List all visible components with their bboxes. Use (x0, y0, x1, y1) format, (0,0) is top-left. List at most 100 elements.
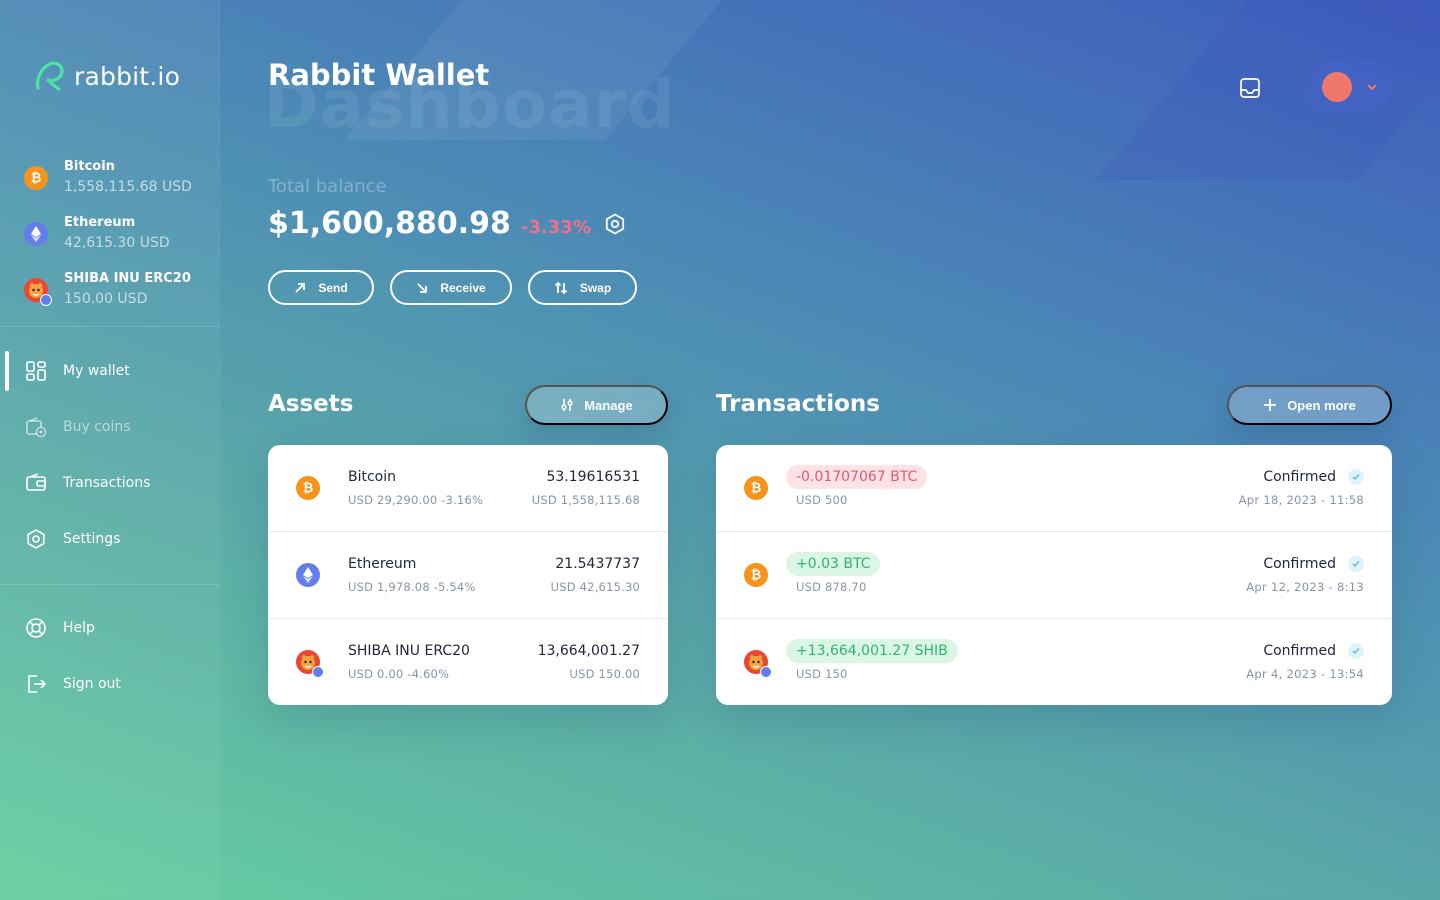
lifebuoy-icon (25, 617, 47, 639)
ethereum-network-badge-icon (312, 666, 324, 678)
transaction-usd-value: USD 150 (796, 667, 848, 681)
wallet-icon (25, 472, 47, 494)
transaction-date: Apr 12, 2023 - 8:13 (1246, 580, 1364, 594)
sliders-icon (561, 399, 573, 411)
sign-out-icon (25, 673, 47, 695)
assets-title: Assets (268, 391, 354, 417)
assets-card: ₿ Bitcoin USD 29,290.00 -3.16% 53.196165… (268, 445, 668, 705)
manage-button[interactable]: Manage (525, 385, 668, 425)
transaction-date: Apr 18, 2023 - 11:58 (1238, 493, 1364, 507)
balance-settings-icon[interactable] (603, 212, 627, 236)
total-balance-change: -3.33% (520, 217, 591, 238)
asset-usd-value: USD 1,558,115.68 (531, 493, 640, 507)
logo[interactable]: rabbit.io (32, 58, 180, 94)
ethereum-network-badge-icon (760, 666, 772, 678)
ethereum-icon (296, 563, 320, 587)
total-balance-value: $1,600,880.98 (268, 206, 511, 241)
arrow-down-right-icon (417, 282, 428, 293)
transaction-status: Confirmed (1263, 556, 1336, 572)
transaction-row[interactable]: ₿ +0.03 BTC USD 878.70 Confirmed Apr 12,… (716, 532, 1392, 619)
sidebar-item-transactions[interactable]: Transactions (0, 455, 220, 511)
sidebar-divider (0, 326, 220, 327)
rabbit-logo-icon (35, 61, 64, 91)
transaction-amount: +13,664,001.27 SHIB (786, 639, 958, 663)
send-label: Send (318, 280, 348, 295)
transactions-title: Transactions (716, 391, 880, 417)
sidebar-item-my-wallet[interactable]: My wallet (0, 343, 220, 399)
sidebar-divider (0, 584, 220, 585)
bitcoin-icon: ₿ (744, 476, 768, 500)
coin-usd-value: 150.00 USD (64, 291, 148, 307)
asset-row[interactable]: SHIBA INU ERC20 USD 0.00 -4.60% 13,664,0… (268, 619, 668, 705)
arrow-up-right-icon (295, 282, 306, 293)
check-icon (1348, 643, 1364, 659)
gear-icon (25, 528, 47, 550)
transaction-row[interactable]: ₿ -0.01707067 BTC USD 500 Confirmed Apr … (716, 445, 1392, 532)
avatar (1322, 72, 1352, 102)
bitcoin-icon: ₿ (296, 476, 320, 500)
receive-button[interactable]: Receive (390, 270, 512, 305)
swap-button[interactable]: Swap (528, 270, 637, 305)
nav-label: Transactions (63, 475, 151, 491)
transaction-status: Confirmed (1263, 469, 1336, 485)
inbox-button[interactable] (1234, 72, 1266, 104)
asset-amount: 53.19616531 (546, 469, 640, 485)
inbox-icon (1240, 78, 1260, 98)
sidebar-coin-ethereum[interactable]: Ethereum 42,615.30 USD (24, 206, 192, 262)
asset-price-change: USD 1,978.08 -5.54% (348, 580, 476, 594)
sidebar-coin-bitcoin[interactable]: ₿ Bitcoin 1,558,115.68 USD (24, 150, 192, 206)
sidebar-nav: My wallet Buy coins Transactions Setting… (0, 343, 220, 567)
sidebar-item-settings[interactable]: Settings (0, 511, 220, 567)
check-icon (1348, 556, 1364, 572)
sidebar-item-buy-coins[interactable]: Buy coins (0, 399, 220, 455)
nav-label: Sign out (63, 676, 121, 692)
sidebar-item-help[interactable]: Help (0, 600, 220, 656)
transaction-date: Apr 4, 2023 - 13:54 (1246, 667, 1364, 681)
balance-actions: Send Receive Swap (268, 270, 637, 305)
nav-label: Settings (63, 531, 121, 547)
logo-text: rabbit.io (74, 61, 181, 91)
page-title: Rabbit Wallet (268, 58, 490, 92)
nav-label: Buy coins (63, 419, 131, 435)
coin-usd-value: 1,558,115.68 USD (64, 179, 192, 195)
transaction-usd-value: USD 878.70 (796, 580, 867, 594)
sidebar: rabbit.io ₿ Bitcoin 1,558,115.68 USD Eth… (0, 0, 220, 900)
send-button[interactable]: Send (268, 270, 374, 305)
bitcoin-icon: ₿ (744, 563, 768, 587)
sidebar-coin-shiba-inu[interactable]: SHIBA INU ERC20 150.00 USD (24, 262, 192, 318)
sidebar-footer-nav: Help Sign out (0, 600, 220, 712)
grid-icon (25, 360, 47, 382)
swap-label: Swap (579, 280, 612, 295)
open-more-button[interactable]: Open more (1227, 385, 1392, 425)
nav-label: My wallet (63, 363, 130, 379)
sidebar-item-sign-out[interactable]: Sign out (0, 656, 220, 712)
manage-label: Manage (584, 397, 633, 413)
asset-name: Ethereum (348, 556, 417, 572)
transaction-row[interactable]: +13,664,001.27 SHIB USD 150 Confirmed Ap… (716, 619, 1392, 705)
wallet-plus-icon (25, 416, 47, 438)
asset-name: Bitcoin (348, 469, 397, 485)
plus-icon (1264, 399, 1277, 411)
asset-row[interactable]: Ethereum USD 1,978.08 -5.54% 21.5437737 … (268, 532, 668, 619)
asset-price-change: USD 0.00 -4.60% (348, 667, 450, 681)
transaction-status: Confirmed (1263, 643, 1336, 659)
swap-arrows-icon (554, 281, 567, 294)
chevron-down-icon (1367, 84, 1377, 91)
bitcoin-icon: ₿ (24, 166, 48, 190)
receive-label: Receive (440, 280, 486, 295)
total-balance-label: Total balance (268, 176, 387, 197)
ethereum-icon (24, 222, 48, 246)
total-balance: $1,600,880.98 -3.33% (268, 206, 627, 241)
open-more-label: Open more (1287, 397, 1356, 413)
coin-name: SHIBA INU ERC20 (64, 271, 191, 286)
transaction-amount: -0.01707067 BTC (786, 465, 928, 489)
asset-amount: 13,664,001.27 (537, 643, 640, 659)
asset-row[interactable]: ₿ Bitcoin USD 29,290.00 -3.16% 53.196165… (268, 445, 668, 532)
asset-price-change: USD 29,290.00 -3.16% (348, 493, 484, 507)
asset-amount: 21.5437737 (555, 556, 640, 572)
asset-usd-value: USD 42,615.30 (550, 580, 640, 594)
profile-menu-button[interactable] (1306, 60, 1392, 114)
ethereum-network-badge-icon (40, 294, 52, 306)
asset-name: SHIBA INU ERC20 (348, 643, 470, 659)
check-icon (1348, 469, 1364, 485)
